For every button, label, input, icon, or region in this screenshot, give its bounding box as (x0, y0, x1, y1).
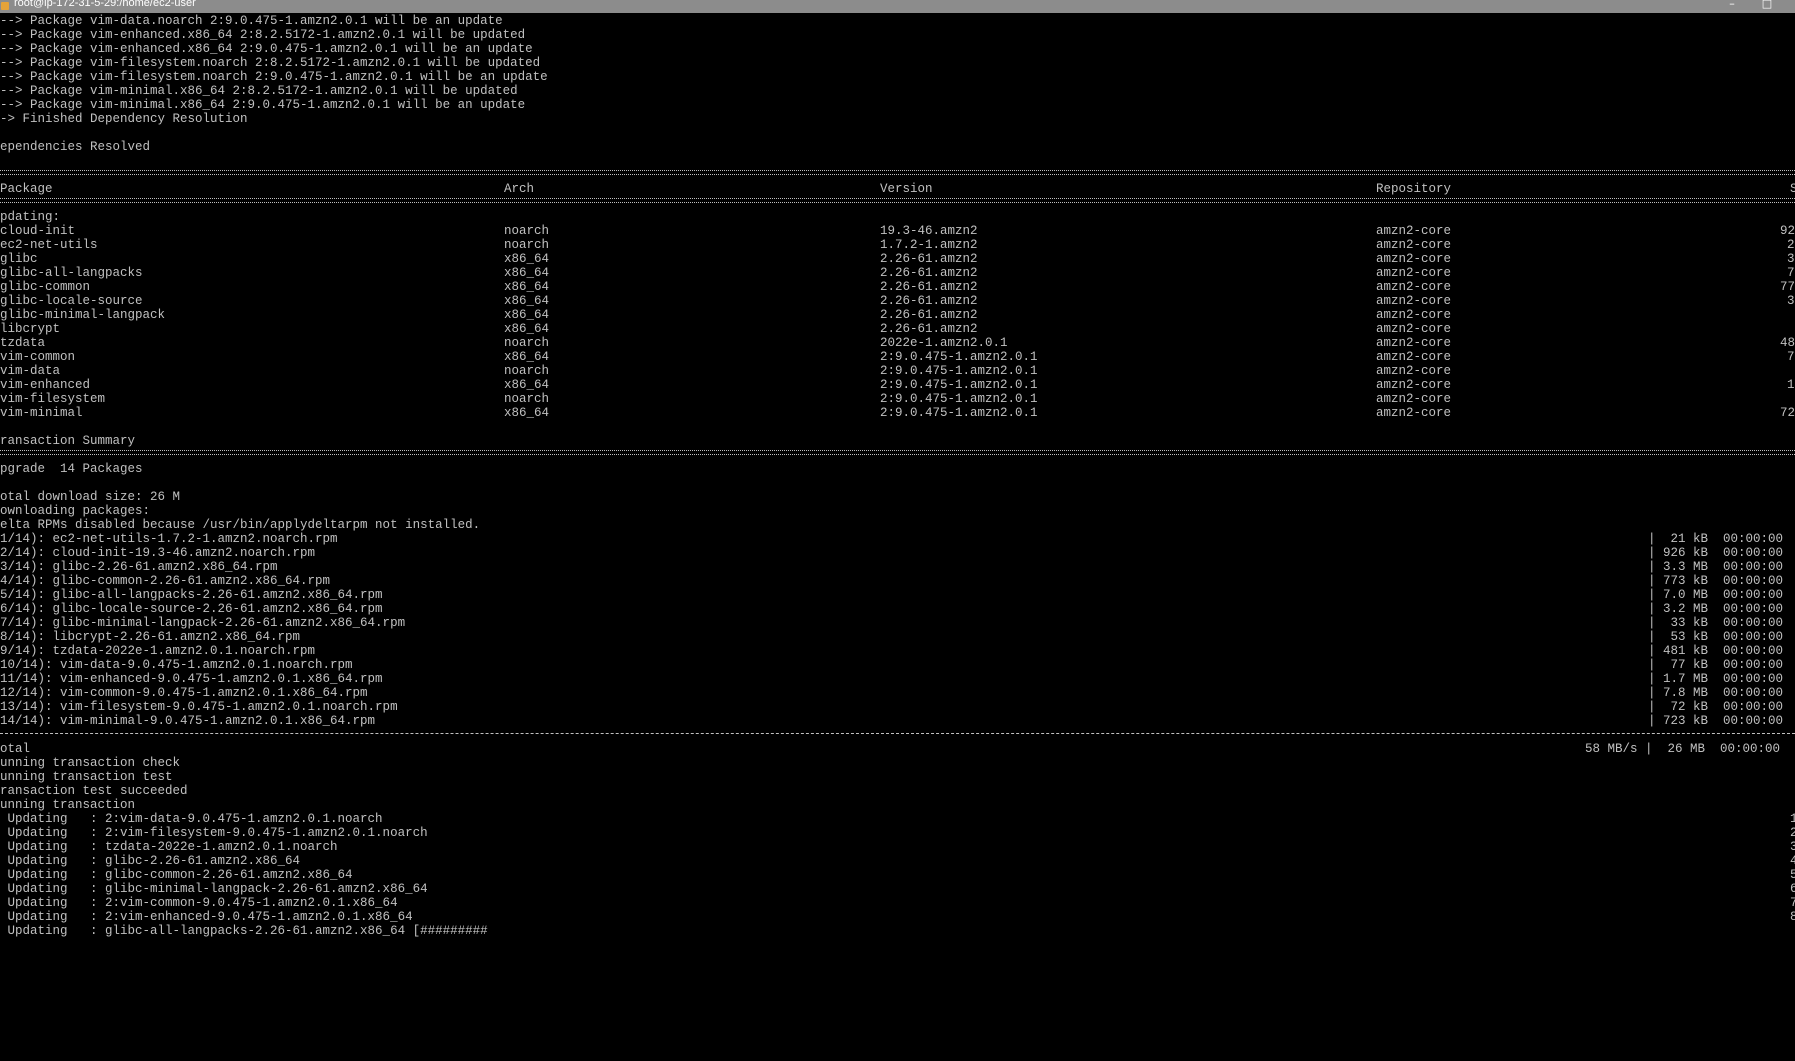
window-titlebar[interactable]: root@ip-172-31-5-29:/home/ec2-user – □ (0, 0, 1795, 13)
window-title: root@ip-172-31-5-29:/home/ec2-user (14, 0, 196, 9)
download-stats: | 723 kB 00:00:00 (1648, 714, 1784, 728)
header-version: Version (880, 182, 933, 196)
minimize-button[interactable]: – (1717, 0, 1747, 11)
separator-double (0, 198, 1795, 203)
header-arch: Arch (504, 182, 535, 196)
maximize-button[interactable]: □ (1752, 0, 1782, 11)
package-name: vim-minimal (0, 406, 83, 420)
download-row: 14/14): vim-minimal-9.0.475-1.amzn2.0.1.… (0, 713, 1795, 729)
terminal-window: root@ip-172-31-5-29:/home/ec2-user – □ -… (0, 0, 1795, 1061)
transaction-summary-heading: ransaction Summary (0, 434, 136, 448)
update-step-row: Updating : glibc-all-langpacks-2.26-61.a… (0, 923, 1795, 939)
package-arch: x86_64 (504, 406, 550, 420)
total-row: otal 58 MB/s | 26 MB 00:00:00 (0, 741, 1795, 757)
separator-double (0, 450, 1795, 455)
header-package: Package (0, 182, 53, 196)
download-file: 14/14): vim-minimal-9.0.475-1.amzn2.0.1.… (0, 714, 376, 728)
putty-app-icon[interactable] (1, 2, 9, 10)
upgrade-count-line: pgrade 14 Packages (0, 462, 143, 476)
terminal-line: -> Finished Dependency Resolution (0, 112, 248, 126)
package-version: 2:9.0.475-1.amzn2.0.1 (880, 406, 1038, 420)
package-repo: amzn2-core (1376, 406, 1452, 420)
header-size: S (1790, 182, 1795, 196)
header-repository: Repository (1376, 182, 1452, 196)
table-header: Package Arch Version Repository S (0, 181, 1795, 197)
terminal-output[interactable]: --> Package vim-data.noarch 2:9.0.475-1.… (0, 13, 1795, 1061)
package-size: 72 (1780, 406, 1795, 420)
update-step: Updating : glibc-all-langpacks-2.26-61.a… (0, 924, 488, 938)
separator-single (0, 733, 1795, 735)
table-row: vim-minimal x86_64 2:9.0.475-1.amzn2.0.1… (0, 405, 1795, 421)
separator-double (0, 170, 1795, 175)
total-stats: 58 MB/s | 26 MB 00:00:00 (1585, 742, 1781, 756)
deps-resolved-line: ependencies Resolved (0, 140, 151, 154)
